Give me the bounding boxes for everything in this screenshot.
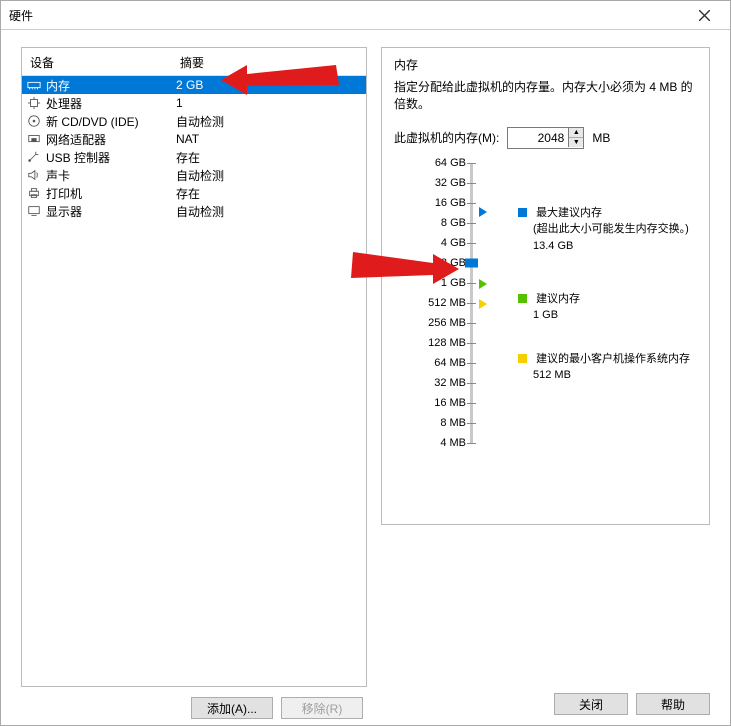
device-row-usb[interactable]: USB 控制器存在 [22,148,366,166]
legend-max-val: 13.4 GB [533,240,573,252]
slider-tick [467,223,476,224]
slider-tick-label: 256 MB [428,317,466,329]
device-name: 新 CD/DVD (IDE) [46,113,176,130]
close-icon [699,10,710,21]
slider-tick-label: 64 MB [434,357,466,369]
memory-icon [26,77,42,93]
device-row-printer[interactable]: 打印机存在 [22,184,366,202]
device-row-net[interactable]: 网络适配器NAT [22,130,366,148]
sound-icon [26,167,42,183]
device-name: 内存 [46,77,176,94]
cd-icon [26,113,42,129]
spinner-up[interactable]: ▲ [569,128,583,138]
display-icon [26,203,42,219]
device-row-sound[interactable]: 声卡自动检测 [22,166,366,184]
slider-tick-label: 4 GB [441,237,466,249]
slider-tick-label: 2 GB [441,257,466,269]
min-recommended-marker [479,299,487,309]
device-summary: 存在 [176,185,362,202]
dialog-footer: 关闭 帮助 [1,693,730,715]
memory-unit: MB [592,131,610,145]
recommended-marker [479,279,487,289]
device-list-panel: 设备 摘要 内存2 GB处理器1新 CD/DVD (IDE)自动检测网络适配器N… [21,47,367,687]
net-icon [26,131,42,147]
device-list: 内存2 GB处理器1新 CD/DVD (IDE)自动检测网络适配器NATUSB … [22,76,366,220]
slider-tick-label: 4 MB [440,437,466,449]
slider-tick-label: 64 GB [435,157,466,169]
slider-tick-label: 8 MB [440,417,466,429]
legend-min-icon [518,354,527,363]
device-row-cpu[interactable]: 处理器1 [22,94,366,112]
device-summary: 自动检测 [176,167,362,184]
device-row-cd[interactable]: 新 CD/DVD (IDE)自动检测 [22,112,366,130]
window-title: 硬件 [9,7,33,24]
slider-tick-label: 1 GB [441,277,466,289]
help-button[interactable]: 帮助 [636,693,710,715]
slider-tick [467,363,476,364]
col-summary: 摘要 [180,54,358,71]
memory-description: 指定分配给此虚拟机的内存量。内存大小必须为 4 MB 的倍数。 [394,79,697,113]
hardware-dialog: 硬件 设备 摘要 内存2 GB处理器1新 CD/DVD (IDE)自动检测网络适… [0,0,731,726]
device-name: 声卡 [46,167,176,184]
device-summary: NAT [176,132,362,146]
printer-icon [26,185,42,201]
slider-tick-label: 128 MB [428,337,466,349]
slider-tick [467,283,476,284]
legend-max-icon [518,208,527,217]
content: 设备 摘要 内存2 GB处理器1新 CD/DVD (IDE)自动检测网络适配器N… [21,47,710,675]
device-summary: 自动检测 [176,203,362,220]
memory-group-title: 内存 [394,56,697,73]
device-summary: 1 [176,96,362,110]
close-button[interactable]: 关闭 [554,693,628,715]
device-summary: 存在 [176,149,362,166]
max-recommended-marker [479,207,487,217]
memory-label: 此虚拟机的内存(M): [394,129,499,146]
slider-tick-label: 16 GB [435,197,466,209]
device-row-memory[interactable]: 内存2 GB [22,76,366,94]
device-name: 网络适配器 [46,131,176,148]
legend-rec-icon [518,294,527,303]
slider-tick [467,343,476,344]
device-name: 处理器 [46,95,176,112]
slider-tick-label: 32 GB [435,177,466,189]
usb-icon [26,149,42,165]
legend-rec-val: 1 GB [533,309,558,321]
slider-tick [467,423,476,424]
device-name: 打印机 [46,185,176,202]
slider-tick [467,403,476,404]
memory-slider-area: 64 GB32 GB16 GB8 GB4 GB2 GB1 GB512 MB256… [422,163,697,463]
memory-settings-panel: 内存 指定分配给此虚拟机的内存量。内存大小必须为 4 MB 的倍数。 此虚拟机的… [381,47,710,525]
memory-input[interactable] [508,128,568,148]
window-close-button[interactable] [684,3,724,27]
device-summary: 自动检测 [176,113,362,130]
slider-tick-label: 16 MB [434,397,466,409]
device-name: USB 控制器 [46,149,176,166]
legend-rec-title: 建议内存 [536,293,580,305]
slider-tick [467,183,476,184]
slider-tick [467,163,476,164]
device-name: 显示器 [46,203,176,220]
legend-max-note: (超出此大小可能发生内存交换。) [533,223,689,235]
device-row-display[interactable]: 显示器自动检测 [22,202,366,220]
slider-tick [467,443,476,444]
slider-tick [467,383,476,384]
memory-spinner[interactable]: ▲ ▼ [507,127,584,149]
slider-tick-label: 8 GB [441,217,466,229]
slider-tick [467,323,476,324]
device-list-header: 设备 摘要 [22,48,366,76]
slider-tick-label: 32 MB [434,377,466,389]
legend-min-val: 512 MB [533,369,571,381]
slider-tick [467,203,476,204]
legend-min-title: 建议的最小客户机操作系统内存 [536,353,690,365]
titlebar: 硬件 [1,1,730,30]
slider-tick [467,303,476,304]
spinner-down[interactable]: ▼ [569,138,583,147]
slider-tick-label: 512 MB [428,297,466,309]
cpu-icon [26,95,42,111]
memory-slider-handle[interactable] [465,258,478,267]
col-device: 设备 [30,54,180,71]
device-summary: 2 GB [176,78,362,92]
slider-tick [467,243,476,244]
legend-max-title: 最大建议内存 [536,207,602,219]
